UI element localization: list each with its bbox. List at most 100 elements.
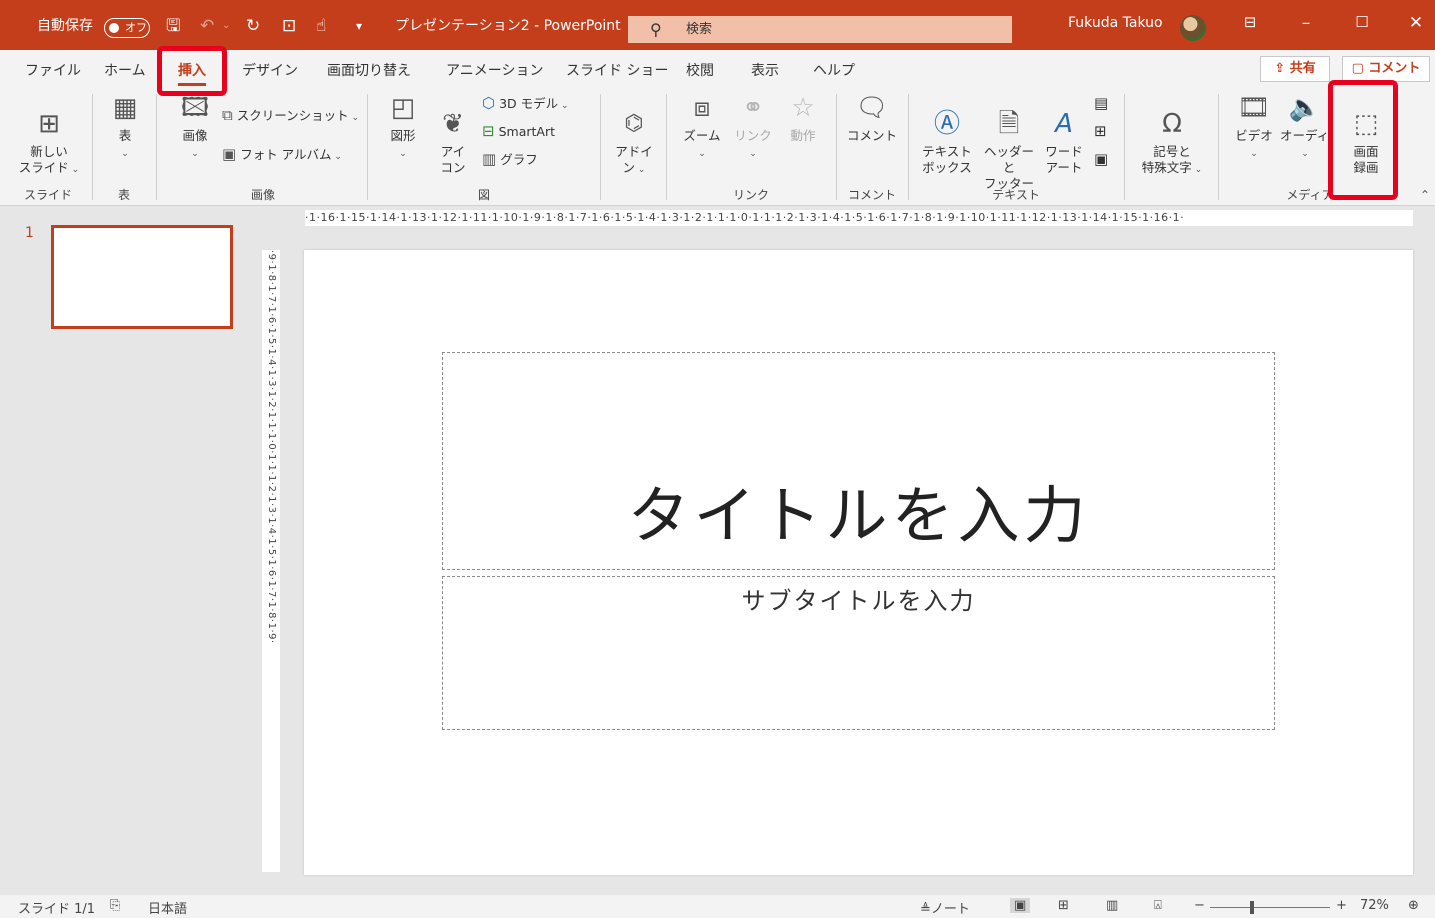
start-from-beginning-icon[interactable]: ⊡ [282, 16, 296, 36]
undo-dropdown-icon[interactable]: ⌄ [222, 16, 230, 36]
normal-view-icon[interactable]: ▣ [1010, 898, 1031, 913]
status-bar: スライド 1/1 ⎘ 日本語 ≜ノート ▣ ⊞ ▥ ⍓ − + 72% ⊕ [0, 895, 1435, 918]
subtitle-placeholder-text: サブタイトルを入力 [741, 587, 976, 615]
slide-thumbnail[interactable] [51, 225, 233, 329]
zoom-in-button[interactable]: + [1336, 898, 1347, 913]
tab-insert[interactable]: 挿入 [178, 60, 206, 86]
comments-button[interactable]: ▢ コメント [1342, 56, 1430, 82]
search-icon: ⚲ [650, 20, 662, 39]
tab-review[interactable]: 校閲 [686, 60, 714, 80]
avatar[interactable] [1180, 15, 1206, 41]
object-icon[interactable]: ▣ [1094, 150, 1108, 168]
language-indicator[interactable]: 日本語 [148, 898, 187, 917]
shapes-button[interactable]: ◰ 図形 ⌄ [380, 92, 426, 162]
collapse-ribbon-icon[interactable]: ⌃ [1420, 188, 1430, 202]
icons-icon: ❦ [442, 109, 464, 139]
link-button[interactable]: ⚭ リンク ⌄ [730, 92, 776, 162]
group-separator [836, 94, 837, 200]
save-icon[interactable]: 🖫 [166, 16, 180, 36]
thumbnail-number: 1 [25, 225, 34, 241]
icons-button[interactable]: ❦ アイ コン [432, 92, 474, 176]
tab-home[interactable]: ホーム [104, 60, 146, 80]
title-placeholder[interactable]: タイトルを入力 [442, 352, 1275, 570]
tab-file[interactable]: ファイル [25, 60, 81, 80]
addins-button[interactable]: ⌬ アドイ ン ⌄ [608, 92, 660, 178]
share-button[interactable]: ⇪ 共有 [1260, 56, 1330, 82]
audio-button[interactable]: 🔈オーディオ⌄ [1280, 92, 1330, 162]
new-slide-icon: ⊞ [38, 109, 60, 139]
vertical-ruler: ·9·1·8·1·7·1·6·1·5·1·4·1·3·1·2·1·1·1·0·1… [262, 250, 280, 872]
redo-icon[interactable]: ↻ [246, 16, 260, 36]
group-label-text: テキスト [992, 188, 1040, 202]
reading-view-icon[interactable]: ▥ [1106, 898, 1118, 913]
wordart-button[interactable]: A ワード アート [1038, 92, 1090, 176]
user-name[interactable]: Fukuda Takuo [1068, 15, 1163, 31]
new-comment-button[interactable]: 🗨 コメント [844, 92, 900, 144]
group-separator [908, 94, 909, 200]
slideshow-view-icon[interactable]: ⍓ [1154, 898, 1162, 913]
3d-model-icon: ⬡ [482, 94, 496, 112]
autosave-toggle[interactable]: オフ [104, 18, 150, 38]
search-input[interactable]: ⚲ 検索 [628, 16, 1012, 43]
close-icon[interactable]: ✕ [1404, 13, 1428, 33]
symbols-button[interactable]: Ω 記号と 特殊文字 ⌄ [1132, 92, 1212, 178]
zoom-level[interactable]: 72% [1360, 898, 1389, 913]
spell-check-icon[interactable]: ⎘ [110, 898, 120, 913]
textbox-button[interactable]: Ⓐ テキスト ボックス [916, 92, 978, 176]
tab-animations[interactable]: アニメーション [446, 60, 543, 80]
autosave-label: 自動保存 [37, 18, 93, 34]
screenshot-button[interactable]: ⧉ スクリーンショット ⌄ [222, 106, 359, 127]
link-icon: ⚭ [742, 93, 764, 123]
3d-models-button[interactable]: ⬡ 3D モデル ⌄ [482, 94, 569, 115]
pictures-button[interactable]: 🖾 画像 ⌄ [168, 92, 222, 162]
smartart-button[interactable]: ⊟ SmartArt [482, 122, 555, 141]
group-label-links: リンク [732, 188, 770, 202]
photo-album-icon: ▣ [222, 145, 237, 163]
slide-counter: スライド 1/1 [18, 902, 96, 917]
zoom-slider-handle[interactable] [1250, 901, 1254, 914]
group-label-comments: コメント [847, 188, 897, 202]
maximize-icon[interactable]: ☐ [1350, 13, 1374, 31]
subtitle-placeholder[interactable]: サブタイトルを入力 [442, 576, 1275, 730]
customize-qat-icon[interactable]: ▾ [356, 16, 362, 36]
screen-recording-icon: ⬚ [1353, 109, 1379, 139]
undo-icon[interactable]: ↶ [200, 16, 214, 36]
tab-transitions[interactable]: 画面切り替え [327, 60, 411, 80]
notes-button[interactable]: ≜ノート [920, 898, 970, 917]
tab-view[interactable]: 表示 [751, 60, 779, 80]
tab-help[interactable]: ヘルプ [813, 60, 855, 80]
fit-to-window-icon[interactable]: ⊕ [1408, 898, 1419, 913]
header-footer-button[interactable]: 🗎 ヘッダーと フッター [978, 92, 1040, 192]
photo-album-button[interactable]: ▣ フォト アルバム ⌄ [222, 145, 342, 166]
zoom-button[interactable]: ⧈ ズーム ⌄ [676, 92, 728, 162]
group-separator [1218, 94, 1219, 200]
chart-button[interactable]: ▥ グラフ [482, 150, 538, 169]
touch-mode-icon[interactable]: ☝ [316, 16, 326, 36]
action-icon: ☆ [791, 93, 815, 123]
textbox-icon: Ⓐ [933, 109, 960, 139]
zoom-out-button[interactable]: − [1194, 898, 1205, 913]
shapes-icon: ◰ [390, 93, 416, 123]
new-slide-button[interactable]: ⊞ 新しい スライド ⌄ [18, 92, 80, 178]
slide-sorter-icon[interactable]: ⊞ [1058, 898, 1069, 913]
zoom-slider-track[interactable] [1210, 907, 1330, 908]
notes-icon: ≜ [920, 902, 931, 917]
video-button[interactable]: 🎞 ビデオ ⌄ [1228, 92, 1280, 162]
date-time-icon[interactable]: ▤ [1094, 94, 1108, 112]
ribbon-display-options-icon[interactable]: ⊟ [1238, 13, 1262, 31]
search-placeholder: 検索 [686, 22, 713, 37]
header-footer-icon: 🗎 [998, 109, 1020, 139]
video-icon: 🎞 [1237, 93, 1271, 123]
new-comment-icon: 🗨 [855, 93, 889, 123]
slide-canvas[interactable]: タイトルを入力 サブタイトルを入力 [304, 250, 1413, 875]
screen-recording-button[interactable]: ⬚ 画面 録画 [1340, 92, 1392, 176]
tab-design[interactable]: デザイン [242, 60, 298, 80]
share-icon: ⇪ [1274, 61, 1290, 76]
wordart-icon: A [1055, 109, 1073, 139]
table-button[interactable]: ▦ 表 ⌄ [100, 92, 150, 162]
smartart-icon: ⊟ [482, 122, 495, 140]
slide-number-icon[interactable]: ⊞ [1094, 122, 1107, 140]
action-button[interactable]: ☆ 動作 [780, 92, 826, 144]
minimize-icon[interactable]: – [1294, 13, 1318, 33]
tab-slideshow[interactable]: スライド ショー [566, 60, 668, 80]
